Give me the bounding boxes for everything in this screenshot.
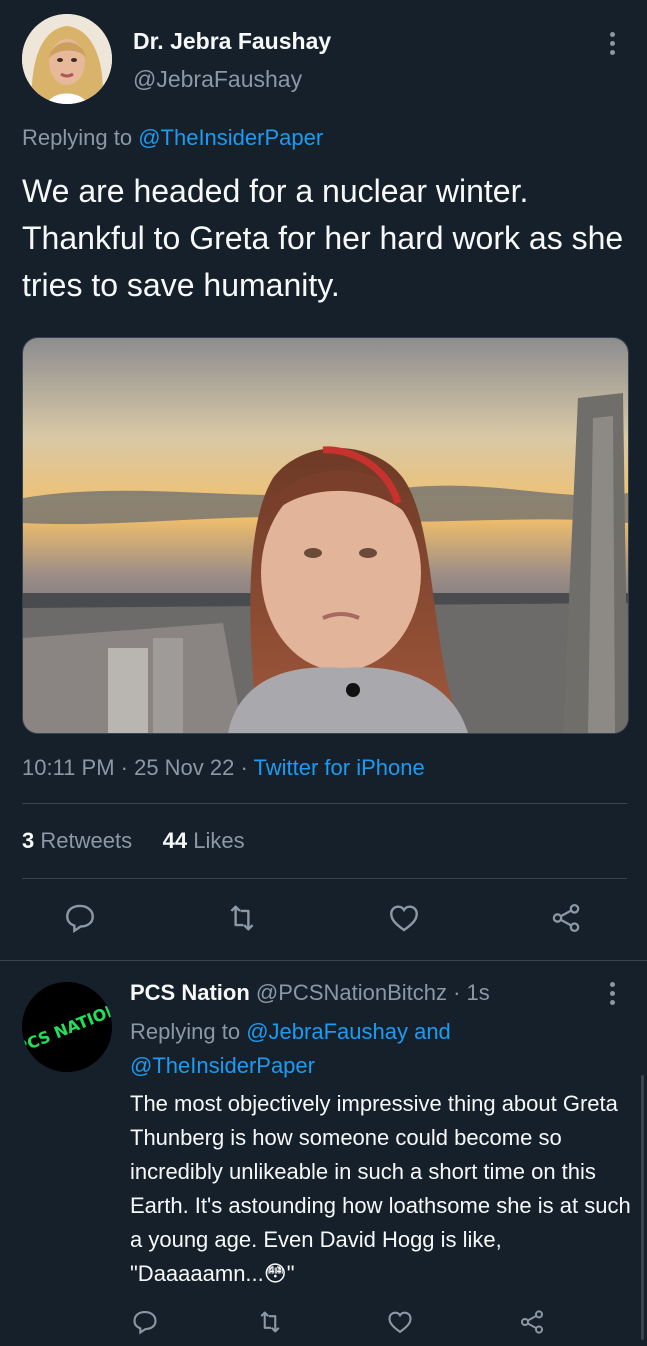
replying-to-link-2[interactable]: @TheInsiderPaper [130, 1053, 315, 1078]
reply-icon [133, 1311, 157, 1335]
reply-author-avatar[interactable]: PCS NATION [22, 982, 112, 1072]
author-avatar[interactable] [22, 14, 112, 104]
replying-to-link-1[interactable]: @JebraFaushay [246, 1019, 408, 1044]
author-name[interactable]: Dr. Jebra Faushay [133, 28, 331, 55]
replying-to-line: Replying to @TheInsiderPaper [22, 125, 323, 151]
scrollbar[interactable] [641, 1075, 644, 1340]
share-button[interactable] [546, 898, 586, 938]
reply-author-handle[interactable]: @PCSNationBitchz [256, 980, 447, 1005]
like-icon [390, 905, 418, 932]
author-handle[interactable]: @JebraFaushay [133, 66, 302, 93]
reply-retweet-button[interactable] [250, 1302, 290, 1342]
retweets-label: Retweets [40, 828, 133, 853]
reply-text: The most objectively impressive thing ab… [130, 1091, 631, 1286]
share-icon [552, 903, 580, 933]
divider [22, 803, 627, 804]
likes-label: Likes [193, 828, 245, 853]
share-icon [520, 1310, 544, 1334]
reply-replying-to-line: Replying to @JebraFaushay and @TheInside… [130, 1015, 600, 1083]
retweet-icon [260, 1311, 280, 1333]
reply-share-button[interactable] [512, 1302, 552, 1342]
retweet-button[interactable] [222, 898, 262, 938]
likes-stat[interactable]: 44 Likes [163, 828, 245, 853]
tweet-text: We are headed for a nuclear winter. Than… [22, 173, 624, 303]
more-icon[interactable] [610, 982, 616, 1009]
engagement-stats: 3 Retweets 44 Likes [22, 828, 245, 854]
divider [22, 878, 627, 879]
more-icon[interactable] [610, 32, 616, 59]
reply-reply-button[interactable] [125, 1302, 165, 1342]
replying-to-link[interactable]: @TheInsiderPaper [138, 125, 323, 150]
reply-button[interactable] [60, 898, 100, 938]
tweet-meta: 10:11 PM · 25 Nov 22 · Twitter for iPhon… [22, 755, 425, 781]
reply-author-name[interactable]: PCS Nation [130, 980, 250, 1005]
retweets-stat[interactable]: 3 Retweets [22, 828, 132, 853]
replying-prefix: Replying to [130, 1019, 241, 1044]
retweet-icon [230, 905, 254, 931]
tweet-image[interactable] [22, 337, 629, 734]
tweet-timestamp[interactable]: 10:11 PM · 25 Nov 22 · [22, 755, 254, 780]
retweets-count: 3 [22, 828, 35, 853]
reply-time[interactable]: · 1s [447, 980, 490, 1005]
replying-prefix: Replying to [22, 125, 133, 150]
reply-icon [66, 904, 94, 934]
tweet-source[interactable]: Twitter for iPhone [254, 755, 425, 780]
reply-like-button[interactable] [380, 1302, 420, 1342]
likes-count: 44 [162, 828, 188, 853]
like-button[interactable] [384, 898, 424, 938]
replying-to-and: and [414, 1019, 451, 1044]
like-icon [388, 1311, 412, 1334]
divider [0, 960, 647, 961]
reply-header: PCS Nation @PCSNationBitchz · 1s [130, 980, 490, 1006]
